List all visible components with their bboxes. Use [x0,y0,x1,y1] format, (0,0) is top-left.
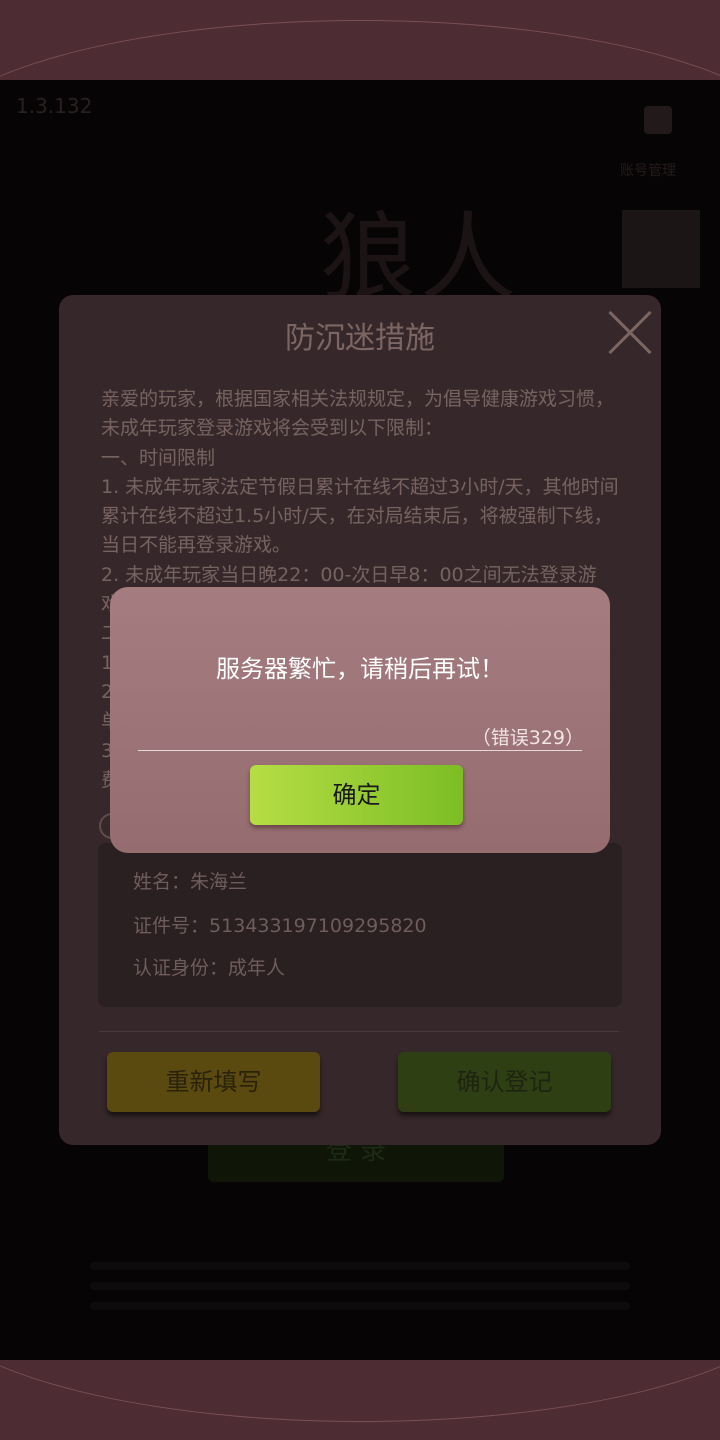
footer-notice [90,1250,630,1340]
id-value: 513433197109295820 [209,915,427,937]
divider [99,1031,619,1032]
ok-button[interactable]: 确定 [250,765,463,825]
close-icon[interactable] [607,309,653,355]
id-row: 证件号：513433197109295820 [133,911,427,938]
error-alert-dialog: 服务器繁忙，请稍后再试！ （错误329） 确定 [110,587,610,853]
error-code: （错误329） [471,727,584,749]
qr-code-icon [622,210,700,288]
identity-value: 成年人 [228,957,286,979]
identity-row: 认证身份：成年人 [133,953,285,980]
version-text: 1.3.132 [16,94,93,118]
account-icon[interactable] [644,106,672,134]
name-label: 姓名： [133,871,191,893]
confirm-register-button[interactable]: 确认登记 [398,1052,611,1112]
dialog-title: 防沉迷措施 [285,321,435,356]
account-management-label[interactable]: 账号管理 [620,160,676,180]
identity-label: 认证身份： [133,957,229,979]
alert-divider [138,750,582,751]
bottom-decorative-band [0,1360,720,1440]
rules-item-2: 2. 未成年玩家当日晚22：00-次日早8：00之间无法登录游 [101,563,597,586]
identity-info-box: 姓名：朱海兰 证件号：513433197109295820 认证身份：成年人 [98,843,622,1007]
alert-message: 服务器繁忙，请稍后再试！ [216,655,504,683]
rules-item-1: 1. 未成年玩家法定节假日累计在线不超过3小时/天，其他时间累计在线不超过1.5… [101,475,619,557]
id-label: 证件号： [133,915,210,937]
name-row: 姓名：朱海兰 [133,867,247,894]
refill-button[interactable]: 重新填写 [107,1052,320,1112]
rules-section-time: 一、时间限制 [101,446,216,469]
name-value: 朱海兰 [190,871,248,893]
rules-intro: 亲爱的玩家，根据国家相关法规规定，为倡导健康游戏习惯，未成年玩家登录游戏将会受到… [101,388,615,440]
top-decorative-band [0,0,720,80]
